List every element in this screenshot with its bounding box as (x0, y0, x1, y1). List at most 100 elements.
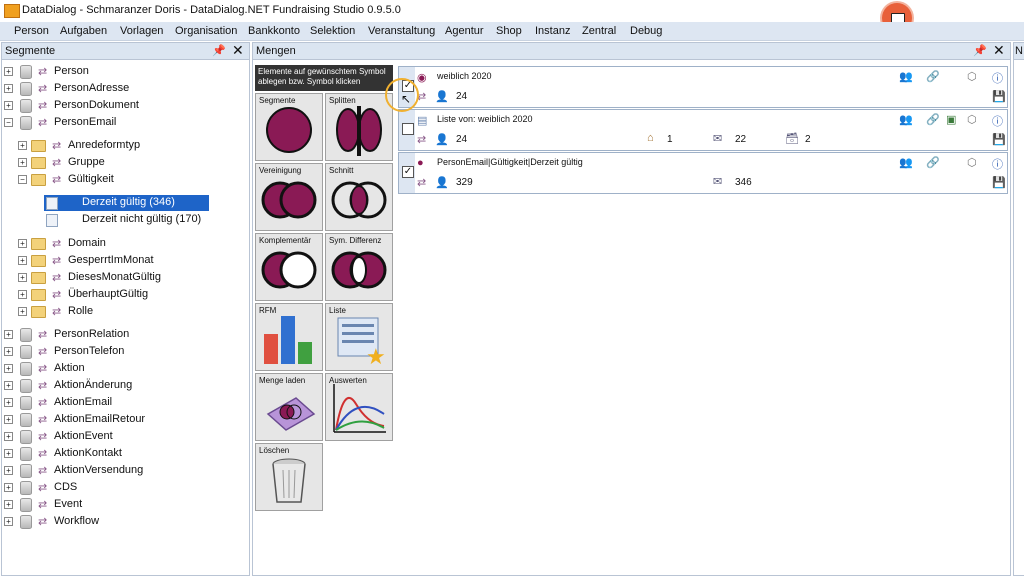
menu-bankkonto[interactable]: Bankkonto (248, 25, 300, 37)
tree-item[interactable]: + ⇄ Person (4, 64, 244, 80)
pin-icon[interactable]: 📌 (212, 44, 226, 57)
tree-item[interactable]: + ⇄ AktionEvent (4, 429, 244, 445)
save-icon[interactable]: 💾 (992, 176, 1006, 189)
expand-icon[interactable]: + (4, 432, 13, 441)
expand-icon[interactable]: + (18, 290, 27, 299)
pin-icon[interactable]: 📌 (973, 44, 987, 57)
menu-zentral[interactable]: Zentral (582, 25, 616, 37)
menu-debug[interactable]: Debug (630, 25, 662, 37)
tree-item[interactable]: + ⇄ AktionEmailRetour (4, 412, 244, 428)
tree-item[interactable]: + ⇄ AktionKontakt (4, 446, 244, 462)
tree-item[interactable]: − ⇄ PersonEmail (4, 115, 244, 131)
tree-item[interactable]: + ⇄ AktionVersendung (4, 463, 244, 479)
expand-icon[interactable]: + (18, 141, 27, 150)
expand-icon[interactable]: + (4, 330, 13, 339)
tree-item[interactable]: + ⇄ Rolle (18, 304, 238, 320)
link-icon[interactable]: 🔗 (926, 156, 940, 169)
tool-menge-laden[interactable]: Menge laden (255, 373, 323, 441)
swap-icon: ⇄ (38, 397, 48, 409)
expand-icon[interactable]: + (4, 381, 13, 390)
set-row[interactable]: ✓ ◉ weiblich 2020 ⇄ 👤 24 👥 🔗 ⬡ ⓘ 💾 (398, 66, 1008, 108)
set-row[interactable]: ✓ ● PersonEmail|Gültigkeit|Derzeit gülti… (398, 152, 1008, 194)
expand-icon[interactable]: + (18, 256, 27, 265)
expand-icon[interactable]: + (4, 517, 13, 526)
user-group-icon[interactable]: 👥 (899, 70, 913, 83)
tree-item[interactable]: − ⇄ Gültigkeit (18, 172, 238, 188)
menu-selektion[interactable]: Selektion (310, 25, 355, 37)
user-group-icon[interactable]: 👥 (899, 113, 913, 126)
tree-item[interactable]: + ⇄ ÜberhauptGültig (18, 287, 238, 303)
tree-item[interactable]: Derzeit nicht gültig (170) (44, 212, 224, 228)
set-checkbox[interactable]: ✓ (402, 166, 414, 178)
tree-item[interactable]: + ⇄ PersonRelation (4, 327, 244, 343)
expand-icon[interactable]: + (4, 347, 13, 356)
tree-item[interactable]: + ⇄ CDS (4, 480, 244, 496)
expand-icon[interactable]: + (18, 158, 27, 167)
cube-icon[interactable]: ⬡ (967, 156, 977, 169)
expand-icon[interactable]: + (18, 307, 27, 316)
tree-item[interactable]: + ⇄ GesperrtImMonat (18, 253, 238, 269)
expand-icon[interactable]: + (18, 273, 27, 282)
tree-item-label: AktionEmail (54, 396, 113, 408)
expand-icon[interactable]: + (4, 500, 13, 509)
expand-icon[interactable]: + (4, 415, 13, 424)
collapse-icon[interactable]: − (18, 175, 27, 184)
tree-item-selected[interactable]: Derzeit gültig (346) (44, 195, 209, 211)
menu-organisation[interactable]: Organisation (175, 25, 237, 37)
user-group-icon[interactable]: 👥 (899, 156, 913, 169)
tool-segmente[interactable]: Segmente (255, 93, 323, 161)
close-icon[interactable]: ✕ (993, 42, 1005, 59)
tree-item[interactable]: + ⇄ Domain (18, 236, 238, 252)
info-icon[interactable]: ⓘ (992, 113, 1003, 129)
tree-item[interactable]: + ⇄ AktionEmail (4, 395, 244, 411)
set-row[interactable]: ▤ Liste von: weiblich 2020 ⇄ 👤 24 ⌂ 1 ✉ … (398, 109, 1008, 151)
tree-item[interactable]: + ⇄ PersonTelefon (4, 344, 244, 360)
set-checkbox[interactable] (402, 123, 414, 135)
tool-schnitt[interactable]: Schnitt (325, 163, 393, 231)
expand-icon[interactable]: + (4, 84, 13, 93)
tree-item[interactable]: + ⇄ Event (4, 497, 244, 513)
save-icon[interactable]: 💾 (992, 90, 1006, 103)
tree-item[interactable]: + ⇄ PersonDokument (4, 98, 244, 114)
export-icon[interactable]: ▣ (946, 113, 956, 126)
expand-icon[interactable]: + (4, 449, 13, 458)
info-icon[interactable]: ⓘ (992, 70, 1003, 86)
link-icon[interactable]: 🔗 (926, 113, 940, 126)
expand-icon[interactable]: + (4, 67, 13, 76)
menu-person[interactable]: Person (14, 25, 49, 37)
expand-icon[interactable]: + (4, 483, 13, 492)
menu-agentur[interactable]: Agentur (445, 25, 484, 37)
expand-icon[interactable]: + (18, 239, 27, 248)
cube-icon[interactable]: ⬡ (967, 70, 977, 83)
tree-item[interactable]: + ⇄ Anredeformtyp (18, 138, 238, 154)
save-icon[interactable]: 💾 (992, 133, 1006, 146)
info-icon[interactable]: ⓘ (992, 156, 1003, 172)
tool-sym-differenz[interactable]: Sym. Differenz (325, 233, 393, 301)
menu-instanz[interactable]: Instanz (535, 25, 570, 37)
menu-aufgaben[interactable]: Aufgaben (60, 25, 107, 37)
tool-vereinigung[interactable]: Vereinigung (255, 163, 323, 231)
tool-splitten[interactable]: Splitten (325, 93, 393, 161)
menu-veranstaltung[interactable]: Veranstaltung (368, 25, 435, 37)
tree-item[interactable]: + ⇄ PersonAdresse (4, 81, 244, 97)
expand-icon[interactable]: + (4, 101, 13, 110)
tool-rfm[interactable]: RFM (255, 303, 323, 371)
cube-icon[interactable]: ⬡ (967, 113, 977, 126)
tree-item[interactable]: + ⇄ Workflow (4, 514, 244, 530)
menu-shop[interactable]: Shop (496, 25, 522, 37)
link-icon[interactable]: 🔗 (926, 70, 940, 83)
tree-item[interactable]: + ⇄ AktionÄnderung (4, 378, 244, 394)
tool-komplementaer[interactable]: Komplementär (255, 233, 323, 301)
expand-icon[interactable]: + (4, 364, 13, 373)
tool-liste[interactable]: Liste ★ (325, 303, 393, 371)
expand-icon[interactable]: + (4, 466, 13, 475)
tree-item[interactable]: + ⇄ DiesesMonatGültig (18, 270, 238, 286)
close-icon[interactable]: ✕ (232, 42, 244, 59)
tool-auswerten[interactable]: Auswerten (325, 373, 393, 441)
expand-icon[interactable]: + (4, 398, 13, 407)
collapse-icon[interactable]: − (4, 118, 13, 127)
tool-loeschen[interactable]: Löschen (255, 443, 323, 511)
menu-vorlagen[interactable]: Vorlagen (120, 25, 163, 37)
tree-item[interactable]: + ⇄ Gruppe (18, 155, 238, 171)
tree-item[interactable]: + ⇄ Aktion (4, 361, 244, 377)
